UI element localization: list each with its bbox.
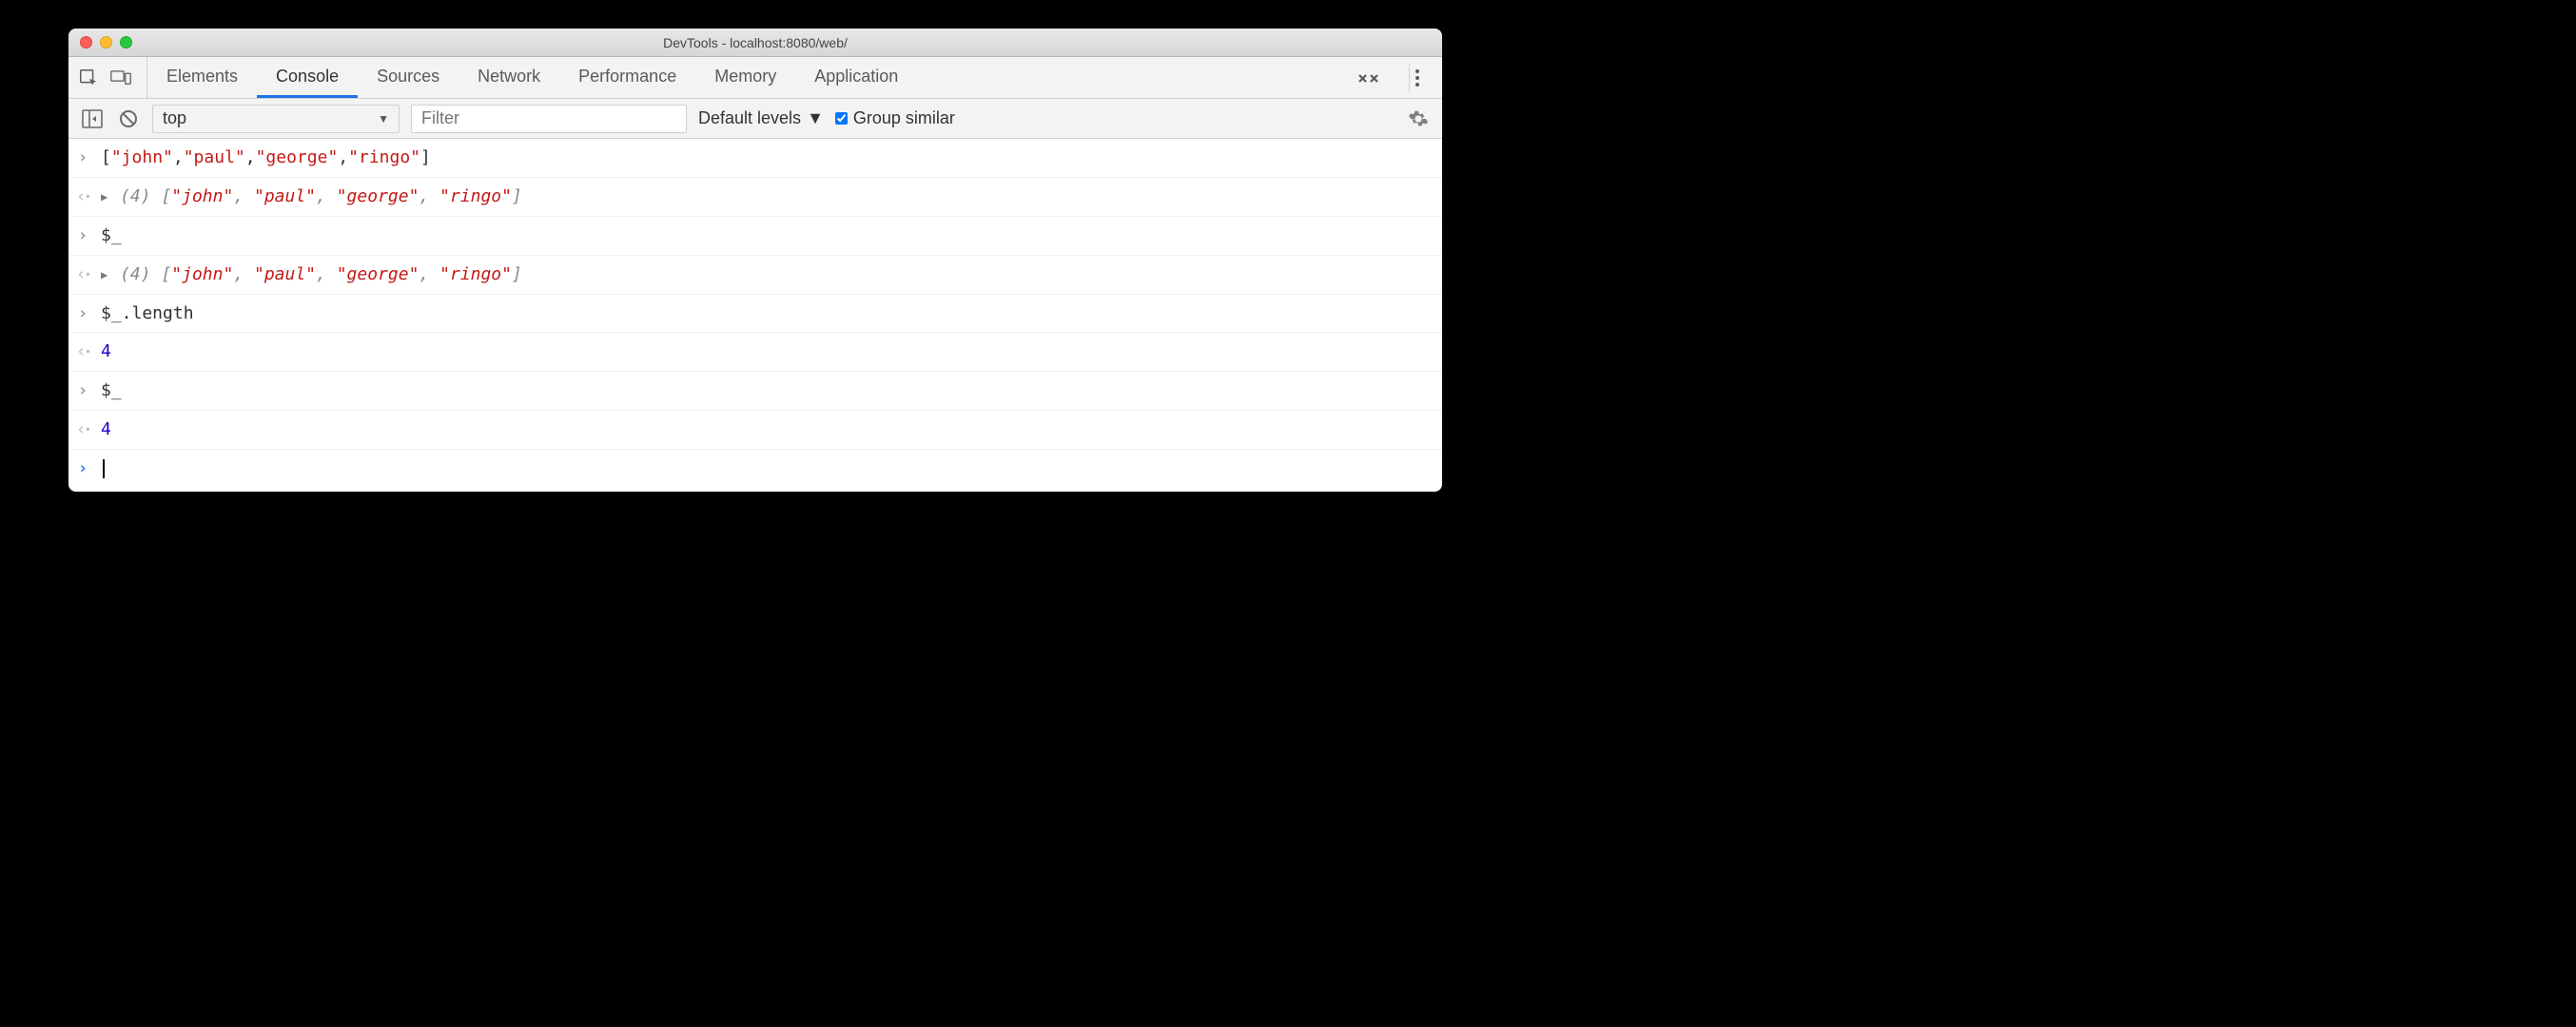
log-levels-label: Default levels [698,108,801,128]
tab-performance[interactable]: Performance [559,57,695,98]
console-input-row: › $_ [68,372,1442,411]
clear-console-icon[interactable] [116,107,141,131]
panel-tabbar: ElementsConsoleSourcesNetworkPerformance… [68,57,1442,99]
tabbar-right [1357,64,1433,92]
tab-console[interactable]: Console [257,57,358,98]
devtools-window: DevTools - localhost:8080/web/ ElementsC… [68,29,1442,492]
titlebar: DevTools - localhost:8080/web/ [68,29,1442,57]
group-similar-input[interactable] [835,112,848,125]
console-output-row: ‹● ▶ (4) ["john", "paul", "george", "ring… [68,178,1442,217]
console-input-row: › $_ [68,217,1442,256]
output-marker-icon: ‹● [74,262,91,288]
console-line-content: $_ [101,378,1433,404]
execution-context-select[interactable]: top ▼ [152,105,400,133]
text-cursor [103,459,105,478]
console-line-content: 4 [101,417,1433,443]
console-line-content: ▶ (4) ["john", "paul", "george", "ringo"… [101,184,1433,210]
expand-triangle-icon[interactable]: ▶ [101,188,107,206]
dropdown-caret-icon: ▼ [807,108,824,128]
console-toolbar: top ▼ Default levels ▼ Group similar [68,99,1442,139]
output-marker-icon: ‹● [74,417,91,443]
console-output-row: ‹● 4 [68,333,1442,372]
execution-context-value: top [163,108,186,128]
dropdown-caret-icon: ▼ [378,112,389,126]
window-maximize-button[interactable] [120,36,132,48]
input-marker-icon: › [74,223,91,249]
input-marker-icon: › [74,145,91,171]
tab-sources[interactable]: Sources [358,57,459,98]
console-settings-icon[interactable] [1406,107,1431,131]
window-close-button[interactable] [80,36,92,48]
console-line-content: 4 [101,339,1433,365]
console-prompt-input[interactable] [101,455,1433,482]
console-line-content: $_.length [101,300,1433,327]
inspect-element-icon[interactable] [78,68,99,88]
device-toolbar-icon[interactable] [110,68,131,88]
tabbar-tools [78,57,147,98]
output-marker-icon: ‹● [74,339,91,365]
panel-tabs: ElementsConsoleSourcesNetworkPerformance… [147,57,917,98]
more-tabs-icon[interactable] [1357,69,1382,87]
console-line-content: ["john","paul","george","ringo"] [101,145,1433,171]
settings-menu-icon[interactable] [1409,64,1425,92]
toggle-console-sidebar-icon[interactable] [80,107,105,131]
traffic-lights [68,36,132,48]
group-similar-label: Group similar [853,108,955,128]
window-minimize-button[interactable] [100,36,112,48]
log-levels-select[interactable]: Default levels ▼ [698,108,824,128]
output-marker-icon: ‹● [74,184,91,210]
prompt-marker-icon: › [74,455,91,482]
console-line-content: ▶ (4) ["john", "paul", "george", "ringo"… [101,262,1433,288]
tab-elements[interactable]: Elements [147,57,257,98]
input-marker-icon: › [74,300,91,327]
group-similar-checkbox[interactable]: Group similar [835,108,955,128]
console-body[interactable]: › ["john","paul","george","ringo"] ‹● ▶ (4)… [68,139,1442,492]
tab-application[interactable]: Application [795,57,917,98]
window-title: DevTools - localhost:8080/web/ [68,35,1442,50]
console-input-row: › $_.length [68,295,1442,334]
filter-input[interactable] [411,105,687,133]
console-prompt-row[interactable]: › [68,450,1442,492]
expand-triangle-icon[interactable]: ▶ [101,266,107,284]
console-output-row: ‹● ▶ (4) ["john", "paul", "george", "ring… [68,256,1442,295]
input-marker-icon: › [74,378,91,404]
console-input-row: › ["john","paul","george","ringo"] [68,139,1442,178]
console-output-row: ‹● 4 [68,411,1442,450]
tab-memory[interactable]: Memory [695,57,795,98]
console-line-content: $_ [101,223,1433,249]
tab-network[interactable]: Network [459,57,559,98]
